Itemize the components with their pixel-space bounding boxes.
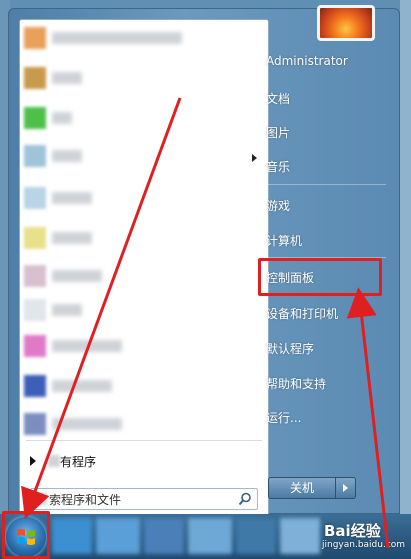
watermark-url: jingyan.baidu.com — [322, 540, 406, 550]
program-icon — [24, 67, 46, 89]
program-icon — [24, 335, 46, 357]
divider — [266, 184, 386, 185]
program-icon — [24, 27, 46, 49]
arrow-right-icon — [30, 456, 36, 466]
right-item-games[interactable]: 游戏 — [266, 197, 290, 214]
right-item-administrator[interactable]: Administrator — [266, 54, 348, 68]
right-item-default-programs[interactable]: 默认程序 — [266, 340, 314, 357]
divider — [26, 440, 262, 441]
program-icon — [24, 265, 46, 287]
arrow-right-icon — [343, 484, 348, 492]
start-button-highlight — [2, 511, 50, 559]
program-icon — [24, 145, 46, 167]
shutdown-options-button[interactable] — [336, 477, 356, 499]
right-item-music[interactable]: 音乐 — [266, 158, 290, 175]
right-item-run[interactable]: 运行... — [266, 409, 301, 426]
search-icon[interactable] — [238, 492, 252, 506]
submenu-arrow-icon[interactable] — [252, 154, 257, 162]
program-icon — [24, 413, 46, 435]
program-icon — [24, 375, 46, 397]
right-item-documents[interactable]: 文档 — [266, 90, 290, 107]
right-item-devices-printers[interactable]: 设备和打印机 — [266, 305, 338, 322]
right-item-pictures[interactable]: 图片 — [266, 124, 290, 141]
search-input[interactable] — [49, 491, 229, 507]
program-icon — [24, 227, 46, 249]
program-list-pane: 有程序 — [19, 19, 269, 517]
program-icon — [24, 187, 46, 209]
right-item-help-support[interactable]: 帮助和支持 — [266, 375, 326, 392]
user-avatar-icon[interactable] — [317, 5, 375, 41]
control-panel-highlight — [258, 258, 382, 296]
desktop-wallpaper-right — [400, 0, 411, 514]
watermark-brand: Bai经验 — [324, 522, 381, 540]
program-icon — [24, 107, 46, 129]
search-field[interactable] — [30, 488, 258, 510]
shutdown-button[interactable]: 关机 — [268, 477, 336, 499]
all-programs-label: 有程序 — [60, 455, 97, 469]
all-programs-button[interactable]: 有程序 — [26, 450, 262, 472]
program-icon — [24, 299, 46, 321]
right-item-computer[interactable]: 计算机 — [266, 232, 302, 249]
